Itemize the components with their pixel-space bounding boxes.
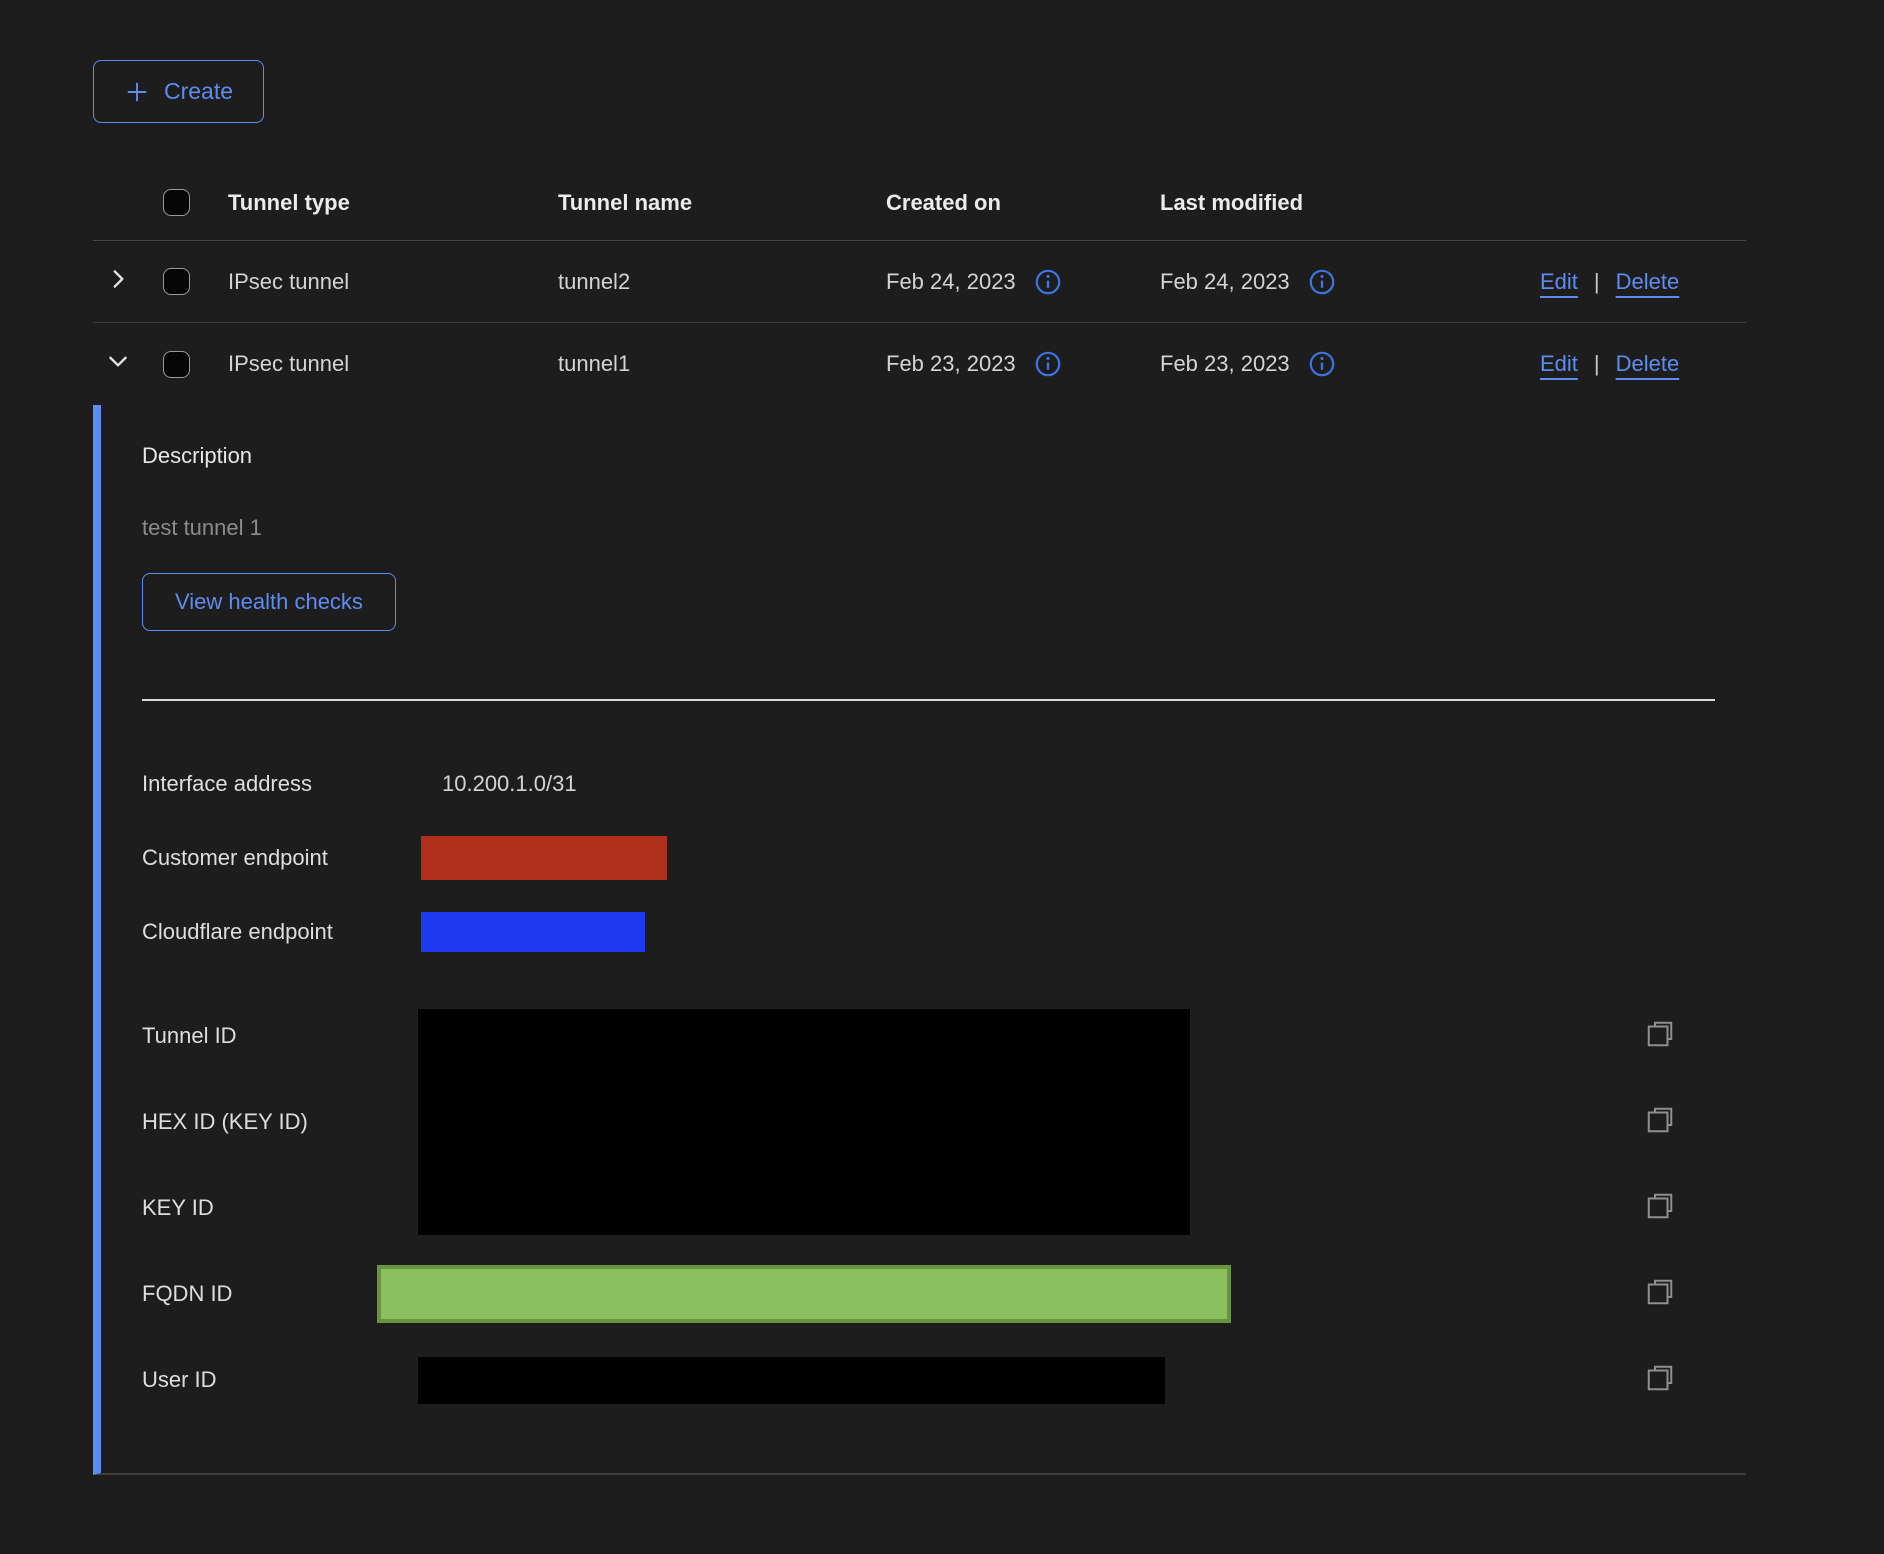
fqdn-id-redacted-value: [377, 1265, 1231, 1323]
info-icon[interactable]: [1308, 350, 1336, 378]
cell-last-modified: Feb 23, 2023: [1160, 351, 1290, 377]
cell-tunnel-type: IPsec tunnel: [228, 351, 558, 377]
expand-row-button[interactable]: [93, 266, 140, 298]
table-row: IPsec tunnel tunnel2 Feb 24, 2023 Feb 24…: [93, 241, 1746, 323]
info-icon[interactable]: [1034, 268, 1062, 296]
user-id-label: User ID: [142, 1367, 418, 1393]
customer-endpoint-redacted-value: [421, 836, 667, 880]
copy-icon: [1645, 1191, 1675, 1226]
copy-tunnel-id-button[interactable]: [1645, 1019, 1755, 1054]
tunnels-table: Tunnel type Tunnel name Created on Last …: [93, 165, 1746, 1475]
view-health-checks-button[interactable]: View health checks: [142, 573, 396, 631]
header-tunnel-name: Tunnel name: [558, 190, 886, 216]
cell-created-on: Feb 23, 2023: [886, 351, 1016, 377]
field-row-interface-address: Interface address 10.200.1.0/31: [142, 747, 1746, 821]
info-icon[interactable]: [1308, 268, 1336, 296]
edit-link[interactable]: Edit: [1540, 351, 1578, 377]
copy-fqdn-id-button[interactable]: [1645, 1277, 1755, 1312]
copy-icon: [1645, 1019, 1675, 1054]
cell-tunnel-name: tunnel2: [558, 269, 886, 295]
tunnel-id-label: Tunnel ID: [142, 1023, 418, 1049]
description-value: test tunnel 1: [142, 513, 1746, 543]
cell-created-on: Feb 24, 2023: [886, 269, 1016, 295]
field-row-cloudflare-endpoint: Cloudflare endpoint: [142, 895, 1746, 969]
tunnel-detail-panel: Description test tunnel 1 View health ch…: [93, 405, 1746, 1475]
panel-divider: [142, 699, 1715, 701]
collapse-row-button[interactable]: [93, 348, 140, 380]
copy-icon: [1645, 1105, 1675, 1140]
copy-hex-id-button[interactable]: [1645, 1105, 1755, 1140]
copy-user-id-button[interactable]: [1645, 1363, 1755, 1398]
customer-endpoint-label: Customer endpoint: [142, 845, 421, 871]
edit-link[interactable]: Edit: [1540, 269, 1578, 295]
chevron-down-icon: [105, 348, 131, 380]
field-row-customer-endpoint: Customer endpoint: [142, 821, 1746, 895]
ids-redacted-block: [418, 1009, 1190, 1235]
cloudflare-endpoint-label: Cloudflare endpoint: [142, 919, 421, 945]
header-last-modified: Last modified: [1160, 190, 1520, 216]
delete-link[interactable]: Delete: [1616, 269, 1680, 295]
action-separator: |: [1594, 351, 1600, 377]
key-id-label: KEY ID: [142, 1195, 418, 1221]
description-label: Description: [142, 441, 1746, 471]
copy-key-id-button[interactable]: [1645, 1191, 1755, 1226]
delete-link[interactable]: Delete: [1616, 351, 1680, 377]
chevron-right-icon: [105, 266, 131, 298]
action-separator: |: [1594, 269, 1600, 295]
table-row: IPsec tunnel tunnel1 Feb 23, 2023 Feb 23…: [93, 323, 1746, 405]
tunnel-fields: Interface address 10.200.1.0/31 Customer…: [142, 747, 1746, 969]
copy-icon: [1645, 1363, 1675, 1398]
tunnel-ids-section: Tunnel ID HEX ID (KEY ID) KEY ID FQDN ID…: [142, 993, 1755, 1423]
cloudflare-endpoint-redacted-value: [421, 912, 645, 952]
cell-tunnel-type: IPsec tunnel: [228, 269, 558, 295]
create-button[interactable]: Create: [93, 60, 264, 123]
cell-last-modified: Feb 24, 2023: [1160, 269, 1290, 295]
interface-address-label: Interface address: [142, 771, 421, 797]
select-all-checkbox[interactable]: [163, 189, 190, 216]
header-tunnel-type: Tunnel type: [228, 190, 558, 216]
table-header-row: Tunnel type Tunnel name Created on Last …: [93, 165, 1746, 241]
ipsec-tunnels-page: Create Tunnel type Tunnel name Created o…: [0, 0, 1884, 1554]
header-created-on: Created on: [886, 190, 1160, 216]
row-checkbox[interactable]: [163, 351, 190, 378]
create-button-label: Create: [164, 78, 233, 105]
plus-icon: [124, 79, 150, 105]
interface-address-value: 10.200.1.0/31: [442, 771, 577, 797]
row-checkbox[interactable]: [163, 268, 190, 295]
hex-id-label: HEX ID (KEY ID): [142, 1109, 418, 1135]
cell-tunnel-name: tunnel1: [558, 351, 886, 377]
info-icon[interactable]: [1034, 350, 1062, 378]
copy-icon: [1645, 1277, 1675, 1312]
user-id-redacted-value: [418, 1357, 1165, 1404]
